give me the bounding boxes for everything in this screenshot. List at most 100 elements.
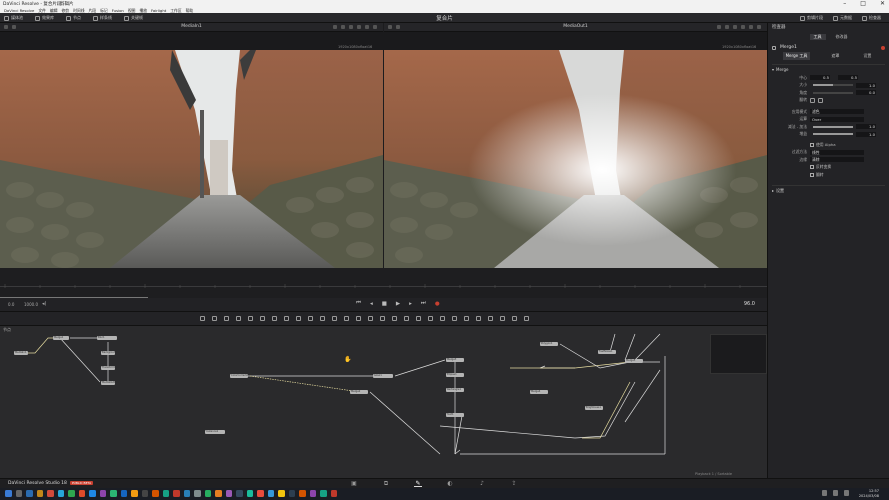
chevron-right-icon[interactable]: ▸: [772, 188, 774, 193]
clip-button[interactable]: 剪辑片段: [800, 15, 823, 21]
play-icon[interactable]: ▶: [396, 301, 400, 307]
close-button[interactable]: ✕: [880, 0, 885, 8]
filter-select[interactable]: 线性: [810, 149, 864, 155]
invert-transform-checkbox[interactable]: [810, 165, 814, 170]
app-icon[interactable]: [236, 490, 243, 497]
resize-icon[interactable]: [368, 316, 373, 321]
node-polygon1[interactable]: Polygon1: [540, 342, 558, 346]
node-color-icon[interactable]: [881, 45, 885, 50]
viewer-zoom-icon[interactable]: [333, 25, 337, 29]
current-frame[interactable]: 96.0: [744, 301, 755, 307]
app-icon[interactable]: [278, 490, 285, 497]
glow-icon[interactable]: [296, 316, 301, 321]
renderer-3d-icon[interactable]: [512, 316, 517, 321]
volume-icon[interactable]: [833, 490, 838, 496]
node-mediain1[interactable]: MediaIn1: [14, 351, 28, 355]
wechat-icon[interactable]: [110, 490, 117, 497]
node-instance1[interactable]: Instance1: [205, 430, 225, 434]
right-viewer[interactable]: [384, 50, 767, 268]
tab-settings[interactable]: 设置: [860, 52, 874, 60]
node-merge1[interactable]: Merge1: [53, 336, 69, 340]
app-icon[interactable]: [204, 490, 211, 497]
viewer-roi-icon[interactable]: [349, 25, 353, 29]
light-3d-icon[interactable]: [500, 316, 505, 321]
page-deliver-icon[interactable]: ⇪: [510, 480, 518, 487]
search-icon[interactable]: [15, 490, 22, 497]
page-color-icon[interactable]: ◐: [446, 480, 454, 487]
viewer-channel-icon[interactable]: [357, 25, 361, 29]
app-icon[interactable]: [194, 490, 201, 497]
battery-icon[interactable]: [844, 490, 849, 496]
app-icon[interactable]: [162, 490, 169, 497]
file-explorer-icon[interactable]: [36, 490, 43, 497]
tab-mask[interactable]: 遮罩: [828, 52, 842, 60]
center-x-field[interactable]: 0.5: [810, 75, 830, 81]
background-tool-icon[interactable]: [200, 316, 205, 321]
merge-icon[interactable]: [308, 316, 313, 321]
loop-icon[interactable]: ●: [435, 301, 440, 307]
app-icon[interactable]: [288, 490, 295, 497]
app-icon[interactable]: [330, 490, 337, 497]
polygon-mask-icon[interactable]: [404, 316, 409, 321]
node-colorcorrector1[interactable]: ColorCorrector1: [230, 374, 248, 378]
bspline-mask-icon[interactable]: [416, 316, 421, 321]
app-icon[interactable]: [99, 490, 106, 497]
planar-tracker-icon[interactable]: [464, 316, 469, 321]
use-alpha-checkbox[interactable]: [810, 142, 814, 147]
use-alpha-check[interactable]: 使用 Alpha: [768, 141, 889, 149]
node-blur1[interactable]: Blur1: [97, 336, 117, 340]
app-icon[interactable]: [78, 490, 85, 497]
node-transform1[interactable]: Transform1: [101, 366, 115, 370]
viewer-more-icon[interactable]: [373, 25, 377, 29]
go-to-end-icon[interactable]: ⏭: [421, 300, 426, 307]
inspector-tab-modifiers[interactable]: 修改器: [836, 34, 848, 40]
node-merge4[interactable]: Merge4: [530, 390, 548, 394]
paint-tool-icon[interactable]: [236, 316, 241, 321]
text-tool-icon[interactable]: [224, 316, 229, 321]
viewer-zoom-icon[interactable]: [717, 25, 721, 29]
app-icon[interactable]: [131, 490, 138, 497]
go-to-start-icon[interactable]: ⏮: [356, 300, 361, 307]
app-icon[interactable]: [57, 490, 64, 497]
app-icon[interactable]: [299, 490, 306, 497]
system-clock[interactable]: 12:57 2024/03/08: [859, 489, 879, 498]
node-glow1[interactable]: Glow1: [373, 374, 393, 378]
rectangle-mask-icon[interactable]: [380, 316, 385, 321]
merge-3d-icon[interactable]: [524, 316, 529, 321]
node-fastnoise1[interactable]: FastNoise1: [598, 350, 616, 354]
app-icon[interactable]: [267, 490, 274, 497]
node-editor[interactable]: 节点 MediaIn1 Merge1 Blur1 Backgrou Transf…: [0, 326, 767, 478]
app-icon[interactable]: [257, 490, 264, 497]
flip-check[interactable]: 翻转: [768, 171, 889, 179]
app-icon[interactable]: [173, 490, 180, 497]
flip-h-icon[interactable]: [810, 97, 815, 103]
app-icon[interactable]: [183, 490, 190, 497]
viewer-roi-icon[interactable]: [733, 25, 737, 29]
render-out-field[interactable]: 1000.0: [24, 302, 38, 307]
viewer-channel-icon[interactable]: [741, 25, 745, 29]
node-navigator[interactable]: [710, 334, 767, 374]
camera-3d-icon[interactable]: [488, 316, 493, 321]
subtractive-field[interactable]: 1.0: [856, 124, 876, 130]
left-viewer[interactable]: [0, 50, 383, 268]
page-fusion-icon[interactable]: ✎: [414, 480, 422, 487]
size-slider[interactable]: [813, 84, 853, 87]
viewer-lut-icon[interactable]: [365, 25, 369, 29]
channel-booleans-icon[interactable]: [332, 316, 337, 321]
viewer-more-icon[interactable]: [757, 25, 761, 29]
angle-slider[interactable]: [813, 91, 853, 94]
step-forward-icon[interactable]: ▸: [409, 301, 412, 307]
flip-v-icon[interactable]: [818, 97, 823, 103]
color-corrector-icon[interactable]: [260, 316, 265, 321]
node-ellipse1[interactable]: Ellipse1: [446, 373, 464, 377]
app-icon[interactable]: [225, 490, 232, 497]
node-brightness1[interactable]: Brightness1: [585, 406, 603, 410]
app-icon[interactable]: [47, 490, 54, 497]
stop-icon[interactable]: ■: [382, 301, 387, 307]
node-enable-checkbox[interactable]: [772, 45, 776, 50]
particle-emitter-icon[interactable]: [428, 316, 433, 321]
app-icon[interactable]: [152, 490, 159, 497]
size-field[interactable]: 1.0: [856, 82, 876, 88]
brush-icon[interactable]: [248, 316, 253, 321]
page-cut-icon[interactable]: ⧉: [382, 480, 390, 487]
